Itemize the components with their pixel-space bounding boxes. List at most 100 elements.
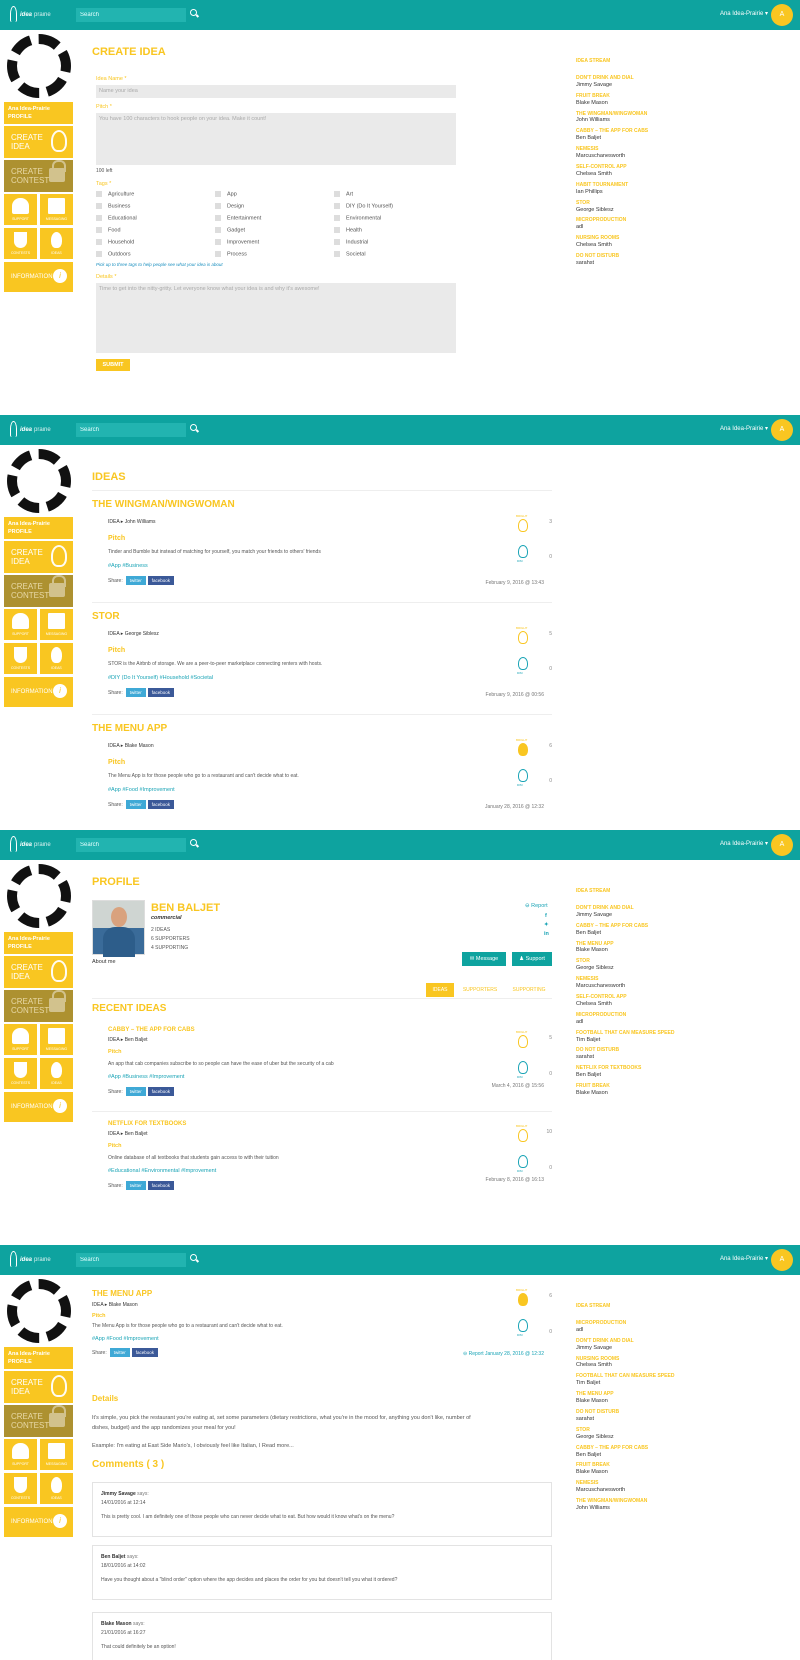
idea-author[interactable]: Blake Mason — [125, 743, 154, 749]
sidebar-ideas[interactable]: IDEAS — [40, 1058, 73, 1089]
stream-item[interactable]: NEMESIS Marcuschanesworth — [576, 976, 674, 990]
profile-stat-supporting[interactable]: 4 SUPPORTING — [151, 945, 188, 951]
comment-author[interactable]: Ben Baljet says: — [101, 1554, 139, 1560]
idea-title[interactable]: STOR — [92, 611, 120, 622]
stream-item-user[interactable]: George Siblesz — [576, 207, 648, 214]
stream-item-title[interactable]: STOR — [576, 200, 648, 207]
comment-author[interactable]: Jimmy Savage says: — [101, 1491, 149, 1497]
stream-item-title[interactable]: STOR — [576, 1427, 674, 1434]
stream-item-title[interactable]: FOOTBALL THAT CAN MEASURE SPEED — [576, 1373, 674, 1380]
facebook-share-button[interactable]: facebook — [147, 800, 175, 809]
avatar[interactable]: A — [771, 834, 793, 856]
sidebar-profile-link[interactable]: Ana Idea-Prairie PROFILE — [4, 102, 73, 124]
dim-vote-button[interactable]: DIM — [516, 1059, 530, 1079]
dim-vote-button[interactable]: DIM — [516, 767, 530, 787]
stream-item-user[interactable]: Tim Baljet — [576, 1037, 674, 1044]
facebook-icon[interactable]: f — [545, 913, 547, 919]
stream-item[interactable]: NURSING ROOMS Chelsea Smith — [576, 1356, 674, 1370]
stream-item[interactable]: THE WINGMAN/WINGWOMAN John Williams — [576, 111, 648, 125]
tag-checkbox[interactable]: Educational — [96, 215, 137, 221]
stream-item[interactable]: DO NOT DISTURB sarahst — [576, 1409, 674, 1423]
tag-checkbox[interactable]: Business — [96, 203, 130, 209]
stream-item-title[interactable]: CABBY – THE APP FOR CABS — [576, 128, 648, 135]
profile-stat-supporters[interactable]: 6 SUPPORTERS — [151, 936, 190, 942]
dim-vote-button[interactable]: DIM — [516, 1153, 530, 1173]
tag-checkbox[interactable]: Gadget — [215, 227, 245, 233]
sidebar-support[interactable]: SUPPORT — [4, 609, 37, 640]
twitter-share-button[interactable]: twitter — [125, 576, 146, 585]
stream-item-title[interactable]: THE WINGMAN/WINGWOMAN — [576, 1498, 674, 1505]
message-button[interactable]: ✉ Message — [462, 952, 506, 966]
idea-tags[interactable]: #App #Business #Improvement — [108, 1074, 184, 1080]
stream-item[interactable]: DON'T DRINK AND DIAL Jimmy Savage — [576, 75, 648, 89]
user-menu[interactable]: Ana Idea-Prairie ▾ — [700, 425, 770, 432]
idea-author[interactable]: Ben Baljet — [125, 1131, 148, 1137]
idea-tags[interactable]: #App #Food #Improvement — [92, 1336, 159, 1342]
sidebar-profile-link[interactable]: Ana Idea-Prairie PROFILE — [4, 932, 73, 954]
stream-item-title[interactable]: FRUIT BREAK — [576, 1083, 674, 1090]
stream-item[interactable]: CABBY – THE APP FOR CABS Ben Baljet — [576, 128, 648, 142]
user-menu[interactable]: Ana Idea-Prairie ▾ — [700, 1255, 770, 1262]
dim-vote-button[interactable]: DIM — [516, 543, 530, 563]
stream-item[interactable]: DON'T DRINK AND DIAL Jimmy Savage — [576, 905, 674, 919]
sidebar-create-idea[interactable]: CREATE IDEA — [4, 956, 73, 988]
stream-item-title[interactable]: FRUIT BREAK — [576, 1462, 674, 1469]
stream-item-title[interactable]: DON'T DRINK AND DIAL — [576, 1338, 674, 1345]
sidebar-information[interactable]: INFORMATION i — [4, 1092, 73, 1122]
tag-checkbox[interactable]: Food — [96, 227, 121, 233]
stream-item-user[interactable]: Blake Mason — [576, 1469, 674, 1476]
stream-item-user[interactable]: Blake Mason — [576, 947, 674, 954]
brand-logo[interactable]: idea prairie — [8, 834, 54, 856]
stream-item-title[interactable]: NEMESIS — [576, 1480, 674, 1487]
tag-checkbox[interactable]: Art — [334, 191, 353, 197]
stream-item[interactable]: SELF-CONTROL APP Chelsea Smith — [576, 994, 674, 1008]
search-icon[interactable] — [190, 839, 197, 846]
stream-item-user[interactable]: Blake Mason — [576, 100, 648, 107]
idea-tags[interactable]: #DIY (Do It Yourself) #Household #Societ… — [108, 675, 213, 681]
report-and-date[interactable]: ⊖ Report January 28, 2016 @ 12:32 — [463, 1351, 544, 1357]
stream-item[interactable]: NETFLIX FOR TEXTBOOKS Ben Baljet — [576, 1065, 674, 1079]
twitter-share-button[interactable]: twitter — [125, 800, 146, 809]
stream-item[interactable]: MICROPRODUCTION adl — [576, 217, 648, 231]
search-input[interactable] — [76, 1253, 186, 1267]
stream-item-user[interactable]: sarahst — [576, 260, 648, 267]
tag-checkbox[interactable]: Household — [96, 239, 134, 245]
stream-item-title[interactable]: NETFLIX FOR TEXTBOOKS — [576, 1065, 674, 1072]
idea-tags[interactable]: #Educational #Environmental #Improvement — [108, 1168, 216, 1174]
support-button[interactable]: ♟ Support — [512, 952, 552, 966]
tag-checkbox[interactable]: Societal — [334, 251, 366, 257]
tab-supporting[interactable]: SUPPORTING — [506, 983, 552, 997]
idea-title[interactable]: CABBY – THE APP FOR CABS — [108, 1027, 195, 1033]
stream-item[interactable]: NEMESIS Marcuschanesworth — [576, 146, 648, 160]
report-link[interactable]: ⊖ Report — [525, 903, 548, 909]
stream-item-user[interactable]: Ben Baljet — [576, 135, 648, 142]
brand-logo[interactable]: idea prairie — [8, 419, 54, 441]
stream-item-user[interactable]: Ben Baljet — [576, 1072, 674, 1079]
stream-item[interactable]: STOR George Siblesz — [576, 958, 674, 972]
bright-vote-button[interactable]: BRIGHT — [516, 626, 530, 647]
tag-checkbox[interactable]: Design — [215, 203, 244, 209]
tab-supporters[interactable]: SUPPORTERS — [456, 983, 504, 997]
idea-author[interactable]: Blake Mason — [109, 1302, 138, 1308]
comment-author-name[interactable]: Blake Mason — [101, 1621, 132, 1627]
stream-item-user[interactable]: Chelsea Smith — [576, 171, 648, 178]
sidebar-messaging[interactable]: MESSAGING — [40, 1439, 73, 1470]
stream-item-user[interactable]: sarahst — [576, 1054, 674, 1061]
idea-tags[interactable]: #App #Business — [108, 563, 148, 569]
tag-checkbox[interactable]: Process — [215, 251, 247, 257]
stream-item[interactable]: STOR George Siblesz — [576, 200, 648, 214]
sidebar-create-idea[interactable]: CREATE IDEA — [4, 541, 73, 573]
stream-item-user[interactable]: Ben Baljet — [576, 1452, 674, 1459]
bright-vote-button[interactable]: BRIGHT — [516, 1288, 530, 1309]
stream-item[interactable]: MICROPRODUCTION adl — [576, 1320, 674, 1334]
stream-item[interactable]: DO NOT DISTURB sarahst — [576, 1047, 674, 1061]
user-menu[interactable]: Ana Idea-Prairie ▾ — [700, 10, 770, 17]
stream-item-user[interactable]: adl — [576, 1327, 674, 1334]
stream-item-user[interactable]: adl — [576, 224, 648, 231]
stream-item[interactable]: THE MENU APP Blake Mason — [576, 941, 674, 955]
stream-item-user[interactable]: George Siblesz — [576, 965, 674, 972]
avatar[interactable]: A — [771, 419, 793, 441]
sidebar-ideas[interactable]: IDEAS — [40, 643, 73, 674]
stream-item-title[interactable]: THE MENU APP — [576, 941, 674, 948]
linkedin-icon[interactable]: in — [544, 931, 549, 937]
